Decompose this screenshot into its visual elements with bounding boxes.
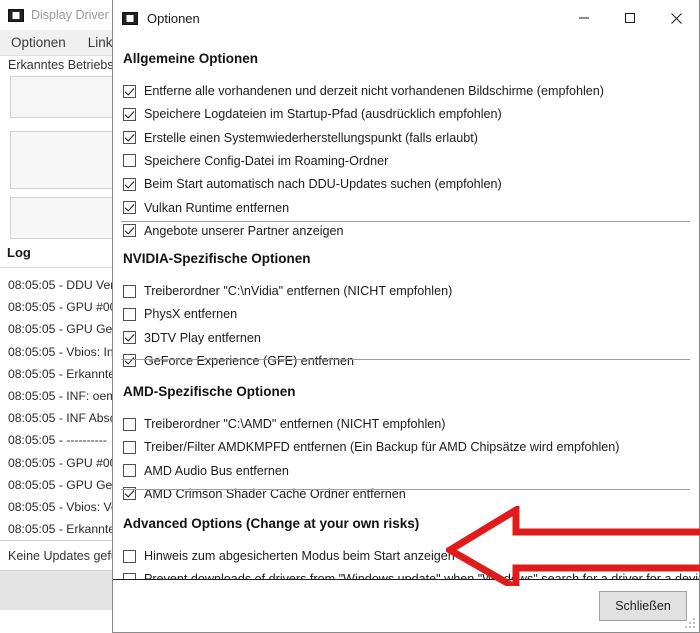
options-dialog-titlebar[interactable]: Optionen bbox=[113, 0, 699, 36]
checkbox-checked-icon[interactable] bbox=[123, 84, 136, 98]
option-amd-1[interactable]: Treiberordner "C:\AMD" entfernen (NICHT … bbox=[123, 414, 446, 434]
menu-item-optionen[interactable]: Optionen bbox=[0, 35, 77, 50]
option-general-1[interactable]: Entferne alle vorhandenen und derzeit ni… bbox=[123, 81, 604, 101]
option-label: Treiberordner "C:\nVidia" entfernen (NIC… bbox=[144, 284, 453, 298]
section-title-advanced: Advanced Options (Change at your own ris… bbox=[123, 516, 420, 531]
option-general-6[interactable]: Vulkan Runtime entfernen bbox=[123, 198, 289, 218]
option-nvidia-1[interactable]: Treiberordner "C:\nVidia" entfernen (NIC… bbox=[123, 281, 452, 301]
options-dialog-body: Allgemeine Optionen Entferne alle vorhand… bbox=[113, 36, 699, 586]
option-label: Entferne alle vorhandenen und derzeit ni… bbox=[144, 84, 604, 98]
checkbox-checked-icon[interactable] bbox=[123, 107, 136, 121]
maximize-icon[interactable] bbox=[607, 0, 653, 36]
section-divider-advanced bbox=[121, 489, 690, 490]
option-label: Erstelle einen Systemwiederherstellungsp… bbox=[144, 130, 478, 145]
option-nvidia-2[interactable]: PhysX entfernen bbox=[123, 304, 237, 324]
option-general-3[interactable]: Erstelle einen Systemwiederherstellungsp… bbox=[123, 128, 478, 148]
checkbox-unchecked-icon[interactable] bbox=[123, 154, 136, 168]
option-label: Angebote unserer Partner anzeigen bbox=[144, 223, 344, 238]
option-label: Treiber/Filter AMDKMPFD entfernen (Ein B… bbox=[144, 440, 620, 455]
update-status-text: Keine Updates gefu bbox=[8, 548, 118, 563]
section-title-nvidia: NVIDIA-Spezifische Optionen bbox=[123, 251, 311, 266]
detected-os-label: Erkanntes Betriebss bbox=[8, 58, 120, 72]
checkbox-checked-icon[interactable] bbox=[123, 131, 136, 145]
options-dialog-title: Optionen bbox=[147, 10, 200, 26]
checkbox-checked-icon[interactable] bbox=[123, 177, 136, 191]
option-general-5[interactable]: Beim Start automatisch nach DDU-Updates … bbox=[123, 174, 502, 194]
option-label: Beim Start automatisch nach DDU-Updates … bbox=[144, 177, 502, 192]
option-amd-4[interactable]: AMD Crimson Shader Cache Ordner entferne… bbox=[123, 484, 406, 504]
checkbox-checked-icon[interactable] bbox=[123, 331, 136, 345]
option-label: AMD Audio Bus entfernen bbox=[144, 463, 289, 478]
main-window-title: Display Driver U bbox=[31, 8, 122, 22]
option-label: Vulkan Runtime entfernen bbox=[144, 200, 290, 215]
option-label: Treiberordner "C:\AMD" entfernen (NICHT … bbox=[144, 417, 446, 431]
option-amd-2[interactable]: Treiber/Filter AMDKMPFD entfernen (Ein B… bbox=[123, 437, 619, 457]
display-driver-uninstaller-icon bbox=[122, 11, 138, 25]
option-general-2[interactable]: Speichere Logdateien im Startup-Pfad (au… bbox=[123, 104, 502, 124]
checkbox-unchecked-icon[interactable] bbox=[123, 549, 136, 563]
checkbox-unchecked-icon[interactable] bbox=[123, 417, 136, 431]
option-label: Hinweis zum abgesicherten Modus beim Sta… bbox=[144, 549, 455, 563]
resize-grip-icon[interactable] bbox=[684, 617, 696, 629]
option-general-4[interactable]: Speichere Config-Datei im Roaming-Ordner bbox=[123, 151, 388, 171]
option-general-7[interactable]: Angebote unserer Partner anzeigen bbox=[123, 221, 344, 241]
checkbox-checked-icon[interactable] bbox=[123, 201, 136, 214]
schliessen-button[interactable]: Schließen bbox=[599, 591, 687, 621]
section-title-general: Allgemeine Optionen bbox=[123, 51, 259, 66]
option-advanced-1[interactable]: Hinweis zum abgesicherten Modus beim Sta… bbox=[123, 546, 455, 566]
display-driver-uninstaller-icon bbox=[8, 8, 24, 22]
checkbox-unchecked-icon[interactable] bbox=[123, 464, 136, 478]
option-nvidia-4[interactable]: GeForce Experience (GFE) entfernen bbox=[123, 351, 354, 371]
option-label: 3DTV Play entfernen bbox=[144, 330, 261, 345]
option-label: PhysX entfernen bbox=[144, 307, 238, 322]
checkbox-checked-icon[interactable] bbox=[123, 224, 136, 238]
screen: Display Driver U Optionen Links Erkannte… bbox=[0, 0, 700, 633]
checkbox-unchecked-icon[interactable] bbox=[123, 284, 136, 298]
section-divider-nvidia bbox=[121, 221, 690, 222]
section-title-amd: AMD-Spezifische Optionen bbox=[123, 384, 296, 399]
options-dialog-footer: Schließen bbox=[113, 579, 699, 632]
minimize-icon[interactable] bbox=[561, 0, 607, 36]
log-section-label: Log bbox=[7, 245, 31, 260]
section-divider-amd bbox=[121, 359, 690, 360]
options-dialog: Optionen Allgemeine Optionen Entferne all… bbox=[112, 0, 700, 633]
option-label: GeForce Experience (GFE) entfernen bbox=[144, 353, 354, 368]
checkbox-checked-icon[interactable] bbox=[123, 354, 136, 368]
option-amd-3[interactable]: AMD Audio Bus entfernen bbox=[123, 461, 289, 481]
checkbox-unchecked-icon[interactable] bbox=[123, 307, 136, 321]
checkbox-unchecked-icon[interactable] bbox=[123, 440, 136, 454]
option-nvidia-3[interactable]: 3DTV Play entfernen bbox=[123, 328, 261, 348]
option-label: Speichere Logdateien im Startup-Pfad (au… bbox=[144, 107, 502, 122]
option-label: Speichere Config-Datei im Roaming-Ordner bbox=[144, 153, 389, 168]
close-icon[interactable] bbox=[653, 0, 699, 36]
